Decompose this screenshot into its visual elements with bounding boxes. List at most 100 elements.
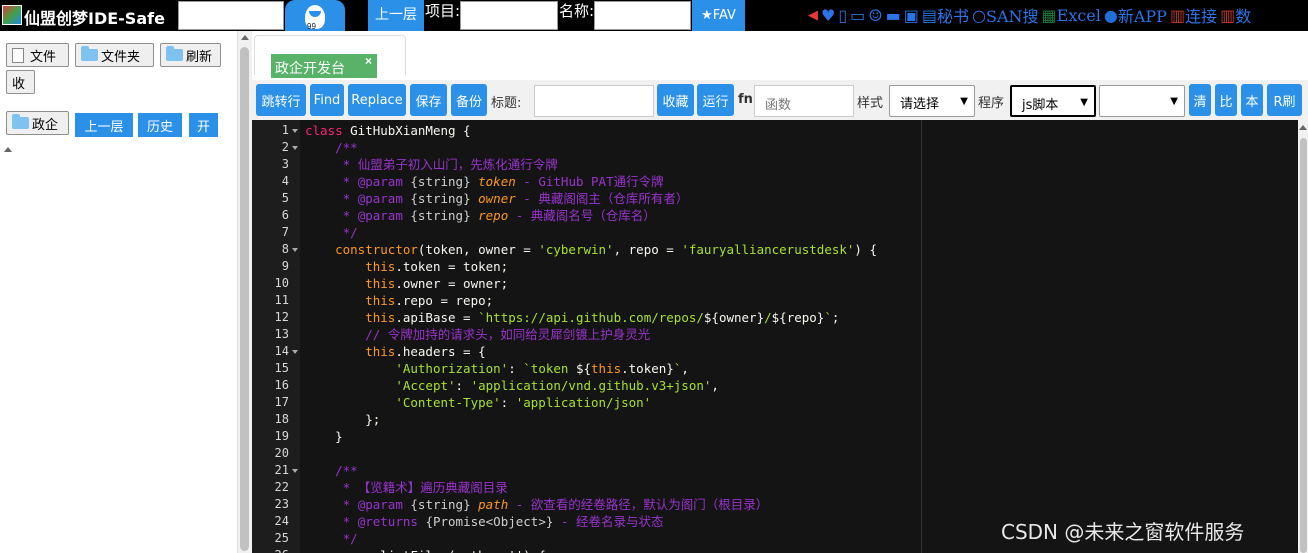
top-menu-user[interactable]: ☺ [868,6,882,25]
compare-button[interactable]: 比 [1215,84,1237,116]
scroll-up-icon[interactable] [1299,125,1307,130]
fold-toggle-icon[interactable] [292,248,298,252]
code-line[interactable]: 'Authorization': `token ${this.token}`, [305,360,877,377]
globe-icon: ● [1103,5,1118,25]
history-button[interactable]: 历史 [138,113,182,137]
backup-button[interactable]: 备份 [451,84,487,116]
code-token: ${owner} [703,310,765,325]
code-line[interactable]: this.apiBase = `https://api.github.com/r… [305,309,877,326]
find-button[interactable]: Find [310,84,344,116]
top-menu-briefcase[interactable]: ▣ [904,6,919,25]
top-menu-heart[interactable]: ♥ [821,6,835,25]
root-folder-button[interactable]: 政企 [6,111,69,135]
tree-expand-icon[interactable] [4,147,12,152]
refresh-button[interactable]: 刷新 [160,43,221,67]
code-line[interactable]: * 仙盟弟子初入山门，先炼化通行令牌 [305,156,877,173]
project-input[interactable] [460,1,558,30]
code-line[interactable]: * @param {string} repo - 典藏阁名号（仓库名） [305,207,877,224]
function-input[interactable]: 函数 [754,85,854,117]
title-input[interactable] [534,85,654,117]
top-menu-panel[interactable]: ▯ [838,6,847,25]
style-select[interactable]: 请选择 ▼ [889,85,975,117]
fold-toggle-icon[interactable] [292,146,298,150]
fold-toggle-icon[interactable] [292,350,298,354]
clear-button[interactable]: 清 [1189,84,1211,116]
code-line[interactable]: * @param {string} token - GitHub PAT通行令牌 [305,173,877,190]
chevron-down-icon: ▼ [1170,96,1178,107]
extra-select[interactable]: ▼ [1099,85,1185,117]
code-line[interactable]: }; [305,411,877,428]
code-line[interactable]: // 令牌加持的请求头，如同给灵犀剑镀上护身灵光 [305,326,877,343]
code-line[interactable]: */ [305,224,877,241]
file-button[interactable]: 文件 [6,43,69,67]
watermark: CSDN @未来之窗软件服务 [1001,520,1245,544]
refresh-folder-icon [166,46,183,61]
chevron-down-icon: ▼ [960,96,968,107]
scroll-up-icon[interactable] [241,35,249,40]
fn-label: fn [738,92,753,107]
scroll-thumb[interactable] [1300,138,1307,553]
code-line[interactable]: 'Content-Type': 'application/json' [305,394,877,411]
code-line[interactable]: * @returns {Promise<Object>} - 经卷名录与状态 [305,513,877,530]
code-line[interactable]: this.headers = { [305,343,877,360]
code-line[interactable]: 'Accept': 'application/vnd.github.v3+jso… [305,377,877,394]
top-menu-database[interactable]: ▥ 连接 [1170,3,1217,27]
code-line[interactable]: this.repo = repo; [305,292,877,309]
top-menu-secretary[interactable]: ▤ 秘书 [922,3,969,27]
goto-line-button[interactable]: 跳转行 [256,84,306,116]
database-icon: ▥ [1169,5,1186,25]
code-line[interactable]: /** [305,139,877,156]
sidebar-scrollbar[interactable] [238,31,252,553]
code-line[interactable]: constructor(token, owner = 'cyberwin', r… [305,241,877,258]
run-button[interactable]: 运行 [697,84,734,116]
r-refresh-button[interactable]: R刷 [1267,84,1302,116]
code-editor[interactable]: 1 2 3 4 5 6 7 8 9 10 11 12 13 14 15 16 17 18 19 20 21 22 23 24 2… [252,120,1298,553]
replace-button[interactable]: Replace [348,84,406,116]
code-line[interactable]: this.owner = owner; [305,275,877,292]
top-menu-globe[interactable]: ● 新APP [1104,3,1167,27]
code-token: async listFiles(path = '') { [305,548,546,553]
code-line[interactable]: this.token = token; [305,258,877,275]
fold-toggle-icon[interactable] [292,129,298,133]
top-menu-back-arrow[interactable]: ◀ [808,8,818,23]
code-line[interactable]: class GitHubXianMeng { [305,122,877,139]
code-token: @param [357,174,411,189]
top-menu-excel[interactable]: ▦ Excel [1042,6,1101,25]
tab-close-icon[interactable]: × [365,54,372,68]
local-button[interactable]: 本 [1241,84,1263,116]
fav-button[interactable]: ★FAV [692,0,745,31]
code-line[interactable]: async listFiles(path = '') { [305,547,877,553]
code-token: {Promise<Object>} [425,514,554,529]
tab-gov-dev[interactable]: 政企开发台 × [254,35,406,78]
name-input[interactable] [594,1,691,30]
top-menu-folder[interactable]: ▬ [886,6,901,25]
code-line[interactable]: */ [305,530,877,547]
code-line[interactable]: } [305,428,877,445]
top-menu-database2[interactable]: ▥ 数 [1220,3,1251,27]
folder-button[interactable]: 文件夹 [75,43,154,67]
code-line[interactable] [305,445,877,462]
open-button[interactable]: 开 [189,113,218,137]
code-line[interactable]: /** [305,462,877,479]
top-menu-monitor[interactable]: ▭ [850,6,865,25]
sidebar-up-button[interactable]: 上一层 [75,113,133,137]
save-button[interactable]: 保存 [410,84,447,116]
top-up-button[interactable]: 上一层 [368,0,424,31]
code-line[interactable]: * @param {string} owner - 典藏阁阁主（仓库所有者） [305,190,877,207]
code-content[interactable]: class GitHubXianMeng { /** * 仙盟弟子初入山门，先炼… [305,122,877,553]
program-select[interactable]: js脚本 ▼ [1010,85,1096,117]
top-menu-search[interactable]: ○ SAN搜 [972,3,1039,27]
line-number: 19 [274,429,289,443]
code-line[interactable]: * @param {string} path - 欲查看的经卷路径，默认为阁门（… [305,496,877,513]
collect-button[interactable]: 收藏 [657,84,694,116]
avatar[interactable]: 99 [285,0,345,31]
refresh-button-label: 刷新 [186,49,213,65]
collapse-button[interactable]: 收 [6,70,35,94]
scroll-thumb[interactable] [240,47,249,551]
top-search-input[interactable] [178,1,284,30]
code-line[interactable]: * 【览籍术】遍历典藏阁目录 [305,479,877,496]
code-token: .headers = { [395,344,486,359]
fold-toggle-icon[interactable] [292,469,298,473]
editor-scrollbar[interactable] [1298,120,1308,553]
